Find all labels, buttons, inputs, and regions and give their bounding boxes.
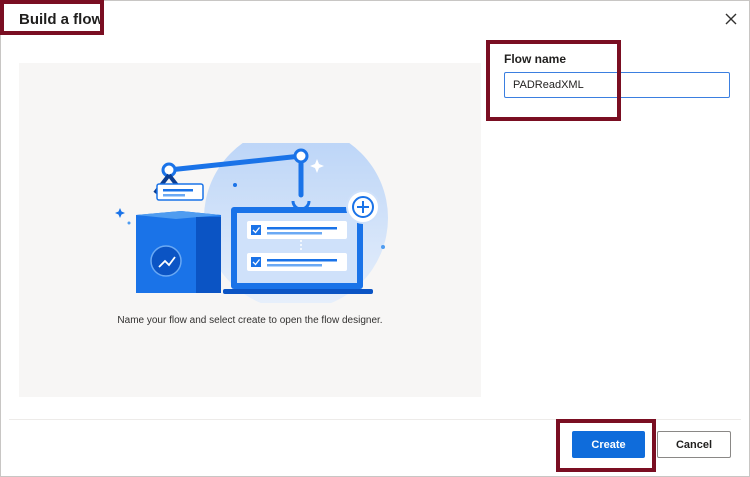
list-row — [247, 253, 347, 271]
laptop-base — [223, 289, 373, 294]
cancel-button[interactable]: Cancel — [657, 431, 731, 458]
close-icon — [725, 13, 737, 25]
illustration-caption: Name your flow and select create to open… — [117, 315, 383, 326]
flow-designer-illustration — [115, 143, 388, 303]
list-row — [247, 221, 347, 239]
sparkle-icon — [115, 208, 125, 218]
highlight-create — [556, 419, 656, 472]
sparkle-dot — [381, 245, 385, 249]
highlight-title — [0, 0, 104, 35]
build-flow-dialog: Build a flow Name your flow and select c… — [0, 0, 750, 477]
illustration-panel: Name your flow and select create to open… — [19, 63, 481, 397]
sparkle-dot — [127, 221, 131, 225]
sparkle-dot — [233, 183, 237, 187]
highlight-flow-name — [486, 40, 621, 121]
close-button[interactable] — [721, 9, 741, 29]
